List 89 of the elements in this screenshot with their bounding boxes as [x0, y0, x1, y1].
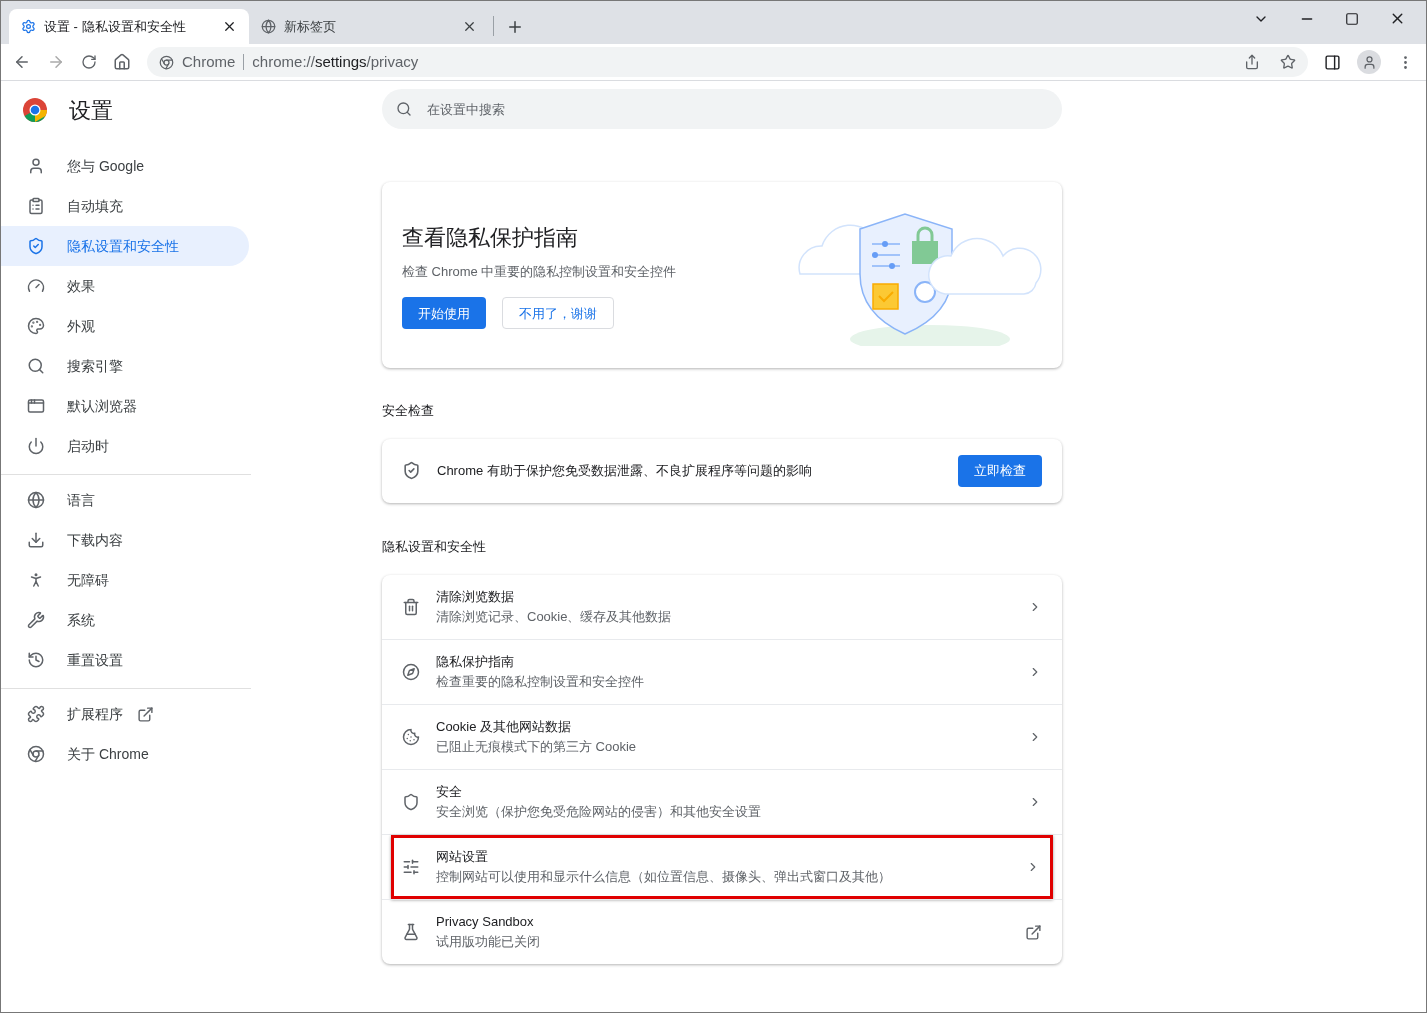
row-subtitle: 控制网站可以使用和显示什么信息（如位置信息、摄像头、弹出式窗口及其他） — [436, 868, 892, 886]
start-button[interactable]: 开始使用 — [402, 297, 486, 330]
address-bar[interactable]: Chrome chrome://settings/privacy — [147, 47, 1308, 77]
chrome-icon — [27, 745, 45, 763]
palette-icon — [27, 317, 45, 335]
sidebar-item[interactable]: 关于 Chrome — [1, 734, 249, 774]
sidebar-item[interactable]: 重置设置 — [1, 640, 249, 680]
row-title: 网站设置 — [436, 848, 489, 866]
close-icon[interactable] — [462, 19, 477, 34]
person-icon — [27, 157, 45, 175]
gauge-icon — [27, 277, 45, 295]
search-field[interactable]: 在设置中搜索 — [382, 89, 1062, 129]
external-link-icon — [137, 705, 154, 723]
row-title: 清除浏览数据 — [436, 588, 515, 606]
section-heading: 隐私设置和安全性 — [382, 537, 487, 556]
url-text: chrome://settings/privacy — [252, 51, 419, 72]
new-tab-icon[interactable] — [506, 18, 524, 36]
card-description: 检查 Chrome 中重要的隐私控制设置和安全控件 — [402, 262, 678, 281]
sidebar-item[interactable]: 自动填充 — [1, 186, 249, 226]
close-icon[interactable] — [222, 19, 237, 34]
reload-icon[interactable] — [81, 54, 97, 70]
sidebar-item[interactable]: 默认浏览器 — [1, 386, 249, 426]
settings-row[interactable]: 安全 安全浏览（保护您免受危险网站的侵害）和其他安全设置 — [382, 770, 1062, 834]
row-title: Privacy Sandbox — [436, 913, 535, 931]
settings-row[interactable]: Privacy Sandbox 试用版功能已关闭 — [382, 900, 1062, 964]
clipboard-icon — [27, 197, 45, 215]
settings-row[interactable]: 清除浏览数据 清除浏览记录、Cookie、缓存及其他数据 — [382, 575, 1062, 639]
search-icon — [396, 101, 412, 117]
history-icon — [27, 651, 45, 669]
sidebar-item[interactable]: 外观 — [1, 306, 249, 346]
site-origin: Chrome — [182, 51, 236, 72]
browser-window-icon — [27, 397, 45, 415]
page-title: 设置 — [69, 96, 113, 125]
settings-row[interactable]: 网站设置 控制网站可以使用和显示什么信息（如位置信息、摄像头、弹出式窗口及其他） — [391, 835, 1053, 899]
shield-check-icon — [402, 461, 421, 480]
globe-icon — [27, 491, 45, 509]
maximize-icon[interactable] — [1345, 11, 1359, 26]
cookie-icon — [402, 728, 420, 746]
safety-check-text: Chrome 有助于保护您免受数据泄露、不良扩展程序等问题的影响 — [437, 461, 813, 480]
settings-row[interactable]: 隐私保护指南 检查重要的隐私控制设置和安全控件 — [382, 640, 1062, 704]
sidebar-item[interactable]: 语言 — [1, 480, 249, 520]
external-link-icon — [1025, 923, 1042, 941]
chrome-logo-icon — [23, 98, 47, 122]
sidebar-item[interactable]: 扩展程序 — [1, 694, 249, 734]
check-now-button[interactable]: 立即检查 — [958, 454, 1042, 487]
row-title: Cookie 及其他网站数据 — [436, 718, 573, 736]
avatar[interactable] — [1357, 50, 1381, 74]
sidebar-item[interactable]: 下载内容 — [1, 520, 249, 560]
home-icon[interactable] — [113, 53, 131, 71]
trash-icon — [402, 598, 420, 616]
row-subtitle: 试用版功能已关闭 — [436, 933, 541, 951]
sidebar-item[interactable]: 效果 — [1, 266, 249, 306]
browser-tab[interactable]: 设置 - 隐私设置和安全性 — [9, 9, 249, 44]
section-heading: 安全检查 — [382, 402, 435, 420]
sidebar-item[interactable]: 您与 Google — [1, 146, 249, 186]
sidebar-item[interactable]: 搜索引擎 — [1, 346, 249, 386]
row-subtitle: 检查重要的隐私控制设置和安全控件 — [436, 673, 645, 691]
row-title: 安全 — [436, 783, 463, 801]
sidebar-item[interactable]: 系统 — [1, 600, 249, 640]
puzzle-icon — [27, 705, 45, 723]
row-subtitle: 安全浏览（保护您免受危险网站的侵害）和其他安全设置 — [436, 803, 762, 821]
tab-title: 新标签页 — [284, 17, 337, 36]
card-title: 查看隐私保护指南 — [402, 223, 579, 252]
sidebar-item[interactable]: 启动时 — [1, 426, 249, 466]
sidebar-item[interactable]: 无障碍 — [1, 560, 249, 600]
row-subtitle: 已阻止无痕模式下的第三方 Cookie — [436, 738, 638, 756]
row-title: 隐私保护指南 — [436, 653, 515, 671]
dismiss-button[interactable]: 不用了，谢谢 — [502, 297, 614, 330]
browser-tab[interactable]: 新标签页 — [249, 9, 489, 44]
flask-icon — [402, 923, 420, 941]
star-icon[interactable] — [1280, 54, 1296, 70]
sliders-icon — [402, 858, 420, 876]
compass-icon — [402, 663, 420, 681]
power-icon — [27, 437, 45, 455]
chrome-icon — [159, 54, 174, 70]
settings-row[interactable]: Cookie 及其他网站数据 已阻止无痕模式下的第三方 Cookie — [382, 705, 1062, 769]
gear-icon — [21, 19, 36, 34]
shield-icon — [402, 793, 420, 811]
wrench-icon — [27, 611, 45, 629]
side-panel-icon[interactable] — [1324, 53, 1341, 71]
globe-icon — [261, 19, 276, 34]
row-subtitle: 清除浏览记录、Cookie、缓存及其他数据 — [436, 608, 673, 626]
back-icon[interactable] — [13, 53, 31, 71]
shield-icon — [27, 237, 45, 255]
download-icon — [27, 531, 45, 549]
sidebar-item[interactable]: 隐私设置和安全性 — [1, 226, 249, 266]
tab-title: 设置 - 隐私设置和安全性 — [44, 17, 187, 36]
search-icon — [27, 357, 45, 375]
share-icon[interactable] — [1244, 54, 1260, 70]
